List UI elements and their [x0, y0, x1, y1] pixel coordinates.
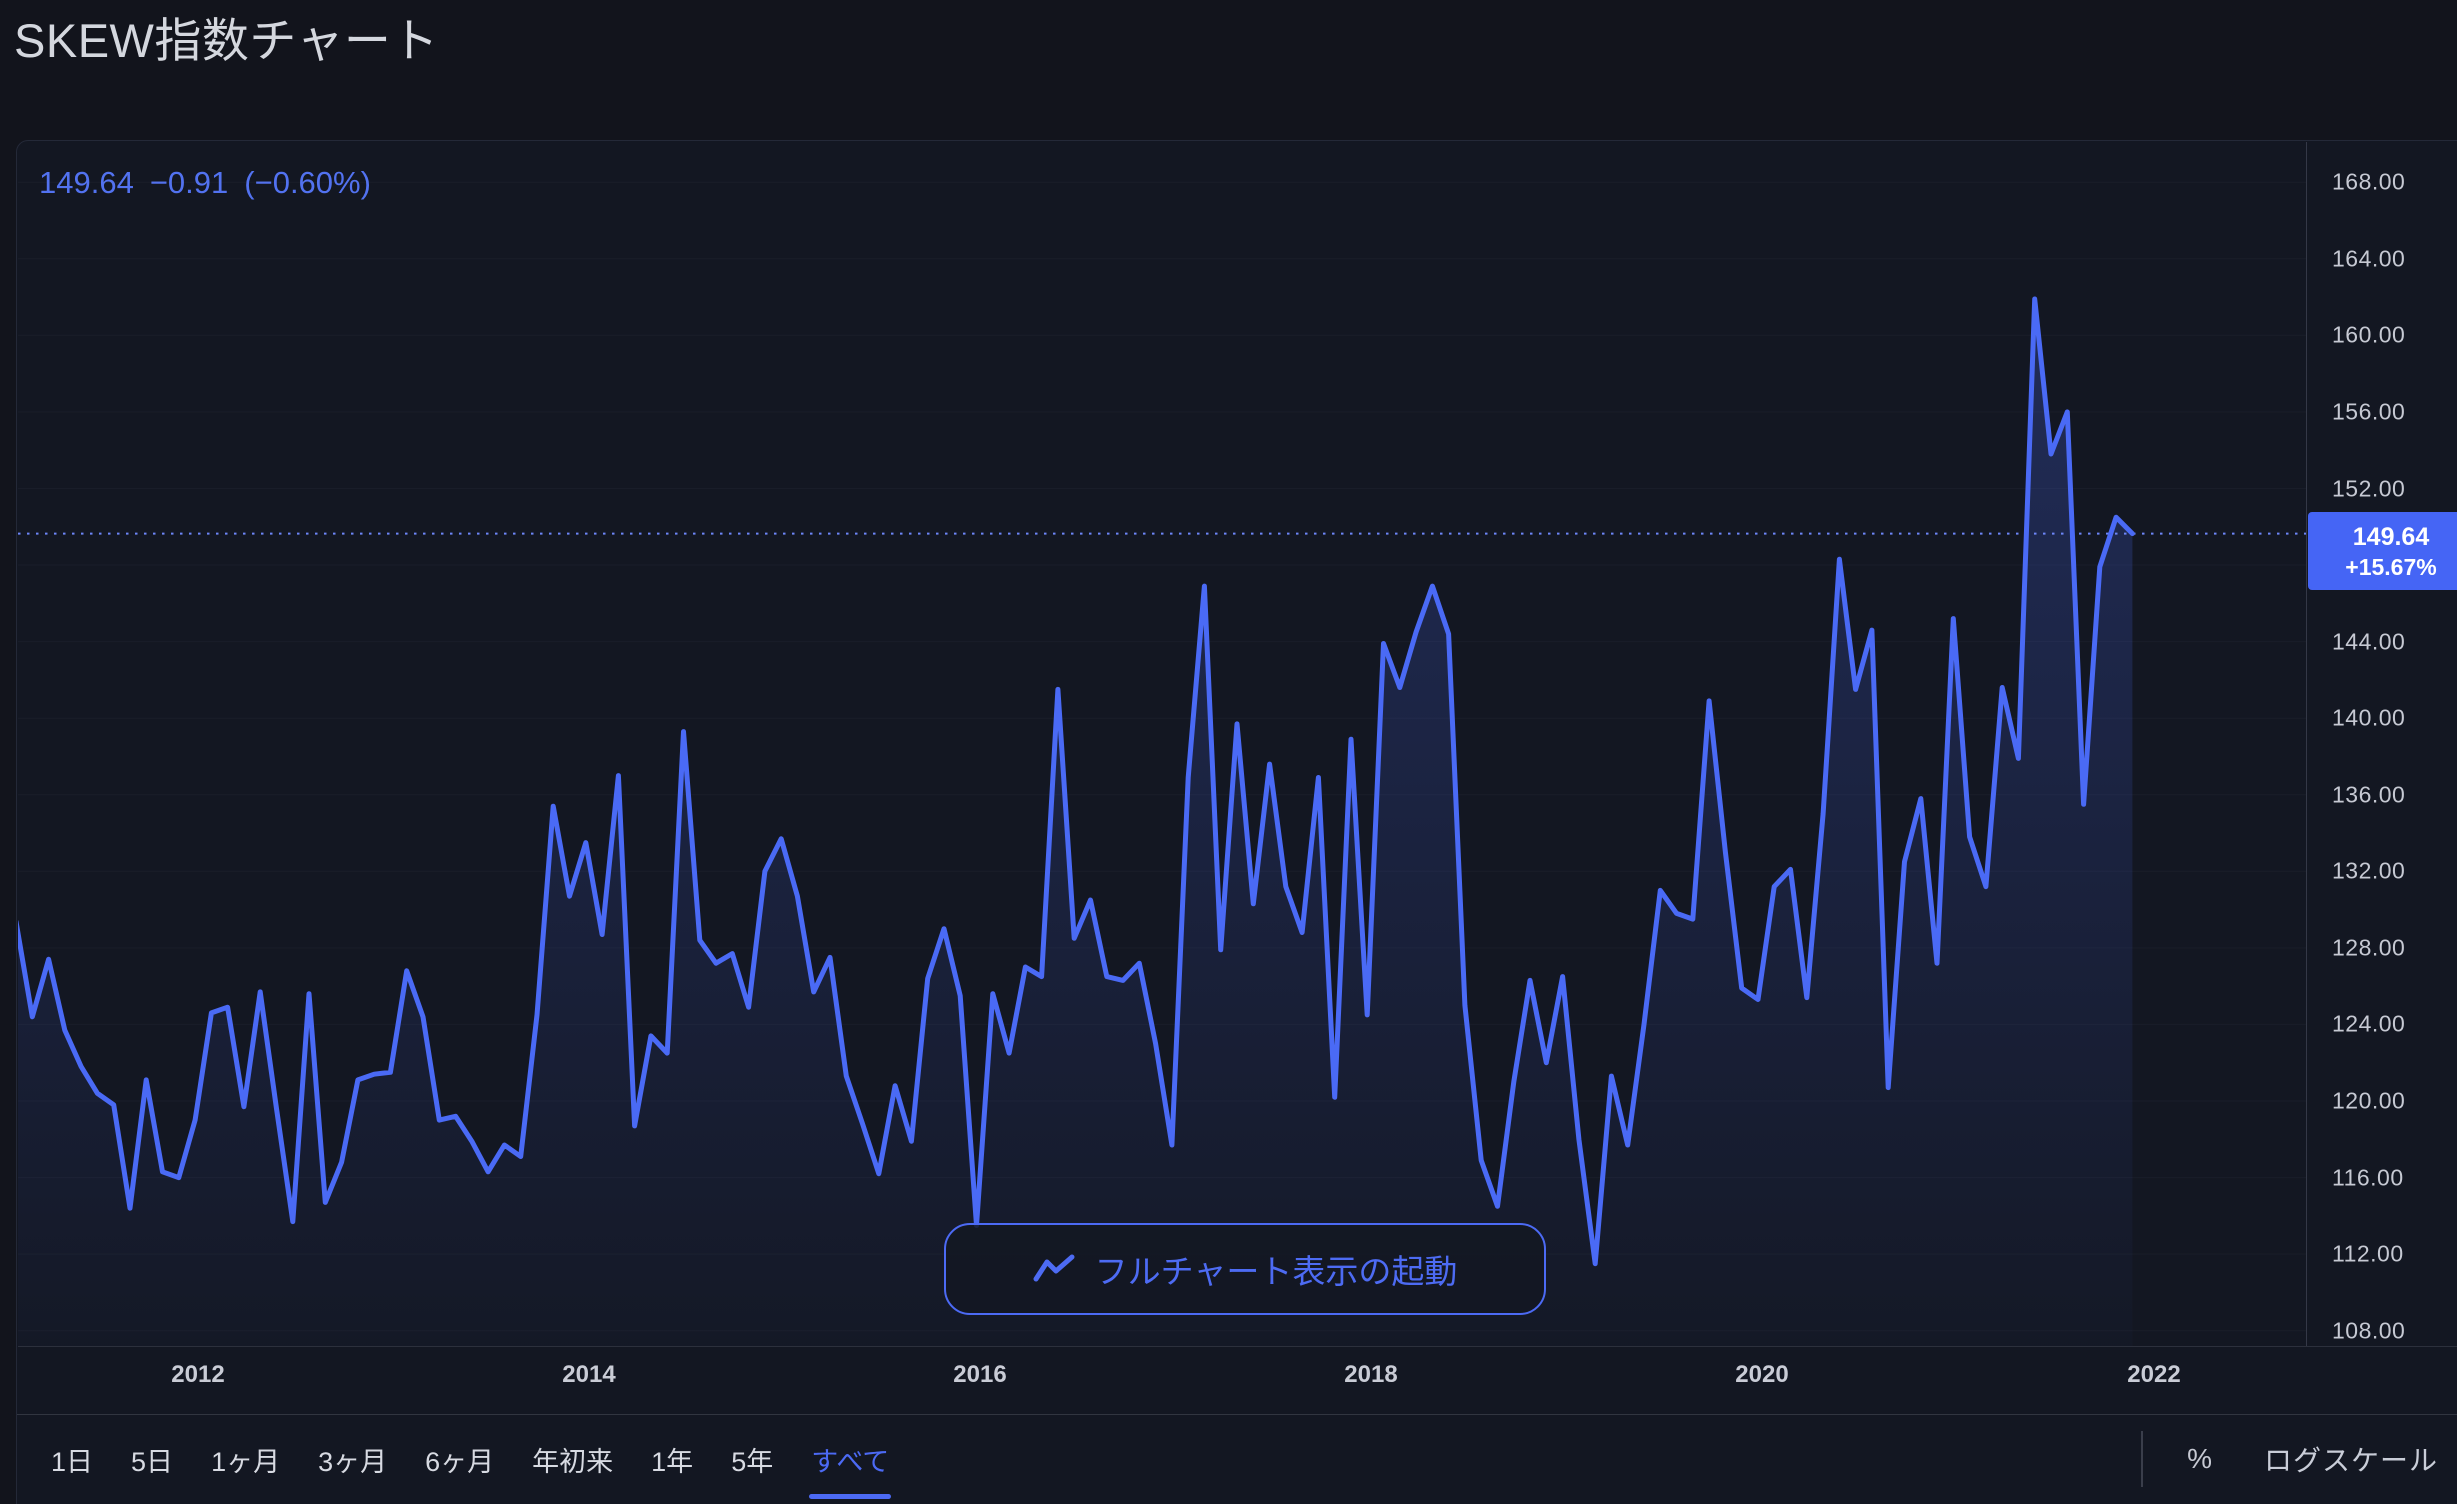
- badge-total-change: +15.67%: [2345, 553, 2437, 580]
- x-axis[interactable]: 2012 2014 2016 2018 2020 2022: [18, 1347, 2306, 1413]
- range-tab-2[interactable]: 5日: [131, 1434, 173, 1485]
- launch-full-chart-button[interactable]: フルチャート表示の起動: [944, 1223, 1546, 1315]
- range-tab-label: 1年: [651, 1446, 694, 1477]
- skew-index-chart-page: SKEW指数チャート 149.64 −0.91 (−0.60%) 149.64 …: [0, 0, 2457, 1504]
- range-tab-label: 6ヶ月: [425, 1446, 495, 1477]
- range-tab-6[interactable]: 年初来: [532, 1434, 613, 1485]
- range-tab-3[interactable]: 1ヶ月: [211, 1434, 280, 1485]
- y-axis-label: 116.00: [2332, 1164, 2404, 1191]
- percent-scale-toggle[interactable]: %: [2187, 1443, 2212, 1475]
- y-axis-label: 120.00: [2332, 1087, 2406, 1114]
- range-tabs: 1日 5日 1ヶ月 3ヶ月 6ヶ月 年初来 1年 5年 すべて: [51, 1415, 892, 1503]
- scale-controls: % ログスケール: [2141, 1415, 2438, 1503]
- y-axis-label: 164.00: [2332, 245, 2406, 272]
- y-axis-label: 128.00: [2332, 934, 2406, 961]
- chart-panel: 149.64 −0.91 (−0.60%) 149.64 +15.67% 168…: [16, 140, 2457, 1504]
- y-axis-label: 152.00: [2332, 475, 2406, 501]
- range-tab-1[interactable]: 1日: [51, 1434, 93, 1485]
- range-tab-7[interactable]: 1年: [651, 1434, 693, 1485]
- range-tab-label: 3ヶ月: [318, 1446, 388, 1477]
- y-axis-label: 168.00: [2332, 168, 2406, 195]
- scale-divider: [2141, 1431, 2144, 1487]
- badge-value: 149.64: [2352, 522, 2430, 551]
- chart-plot-area[interactable]: [18, 142, 2306, 1346]
- x-axis-label: 2012: [171, 1361, 225, 1388]
- y-axis-label: 136.00: [2332, 781, 2406, 808]
- y-axis-label: 144.00: [2332, 628, 2406, 655]
- log-scale-toggle[interactable]: ログスケール: [2264, 1439, 2438, 1479]
- last-price-badge: 149.64 +15.67%: [2308, 512, 2457, 590]
- area-fill: [18, 299, 2133, 1346]
- launch-button-label: フルチャート表示の起動: [1094, 1253, 1458, 1290]
- x-axis-label: 2022: [2127, 1361, 2181, 1388]
- y-axis-label: 112.00: [2332, 1240, 2404, 1267]
- price-line-chart[interactable]: [18, 142, 2306, 1346]
- range-tab-5[interactable]: 6ヶ月: [425, 1434, 494, 1485]
- x-axis-label: 2014: [562, 1361, 616, 1388]
- bottom-toolbar: 1日 5日 1ヶ月 3ヶ月 6ヶ月 年初来 1年 5年 すべて % ログスケール: [17, 1415, 2457, 1503]
- x-axis-label: 2018: [1344, 1361, 1398, 1388]
- range-tab-label: 1日: [51, 1446, 94, 1477]
- range-tab-label: 5年: [731, 1446, 774, 1477]
- range-tab-label: 1ヶ月: [211, 1446, 281, 1477]
- x-axis-label: 2020: [1735, 1361, 1789, 1388]
- range-tab-label: すべて: [811, 1446, 890, 1477]
- y-axis-label: 160.00: [2332, 321, 2406, 348]
- y-axis[interactable]: 149.64 +15.67% 168.00 164.00 160.00 156.00 1…: [2306, 142, 2457, 1346]
- x-axis-label: 2016: [953, 1361, 1007, 1388]
- range-tab-4[interactable]: 3ヶ月: [318, 1434, 387, 1485]
- range-tab-label: 年初来: [532, 1446, 614, 1477]
- range-tab-8[interactable]: 5年: [731, 1434, 773, 1485]
- y-axis-label: 124.00: [2332, 1010, 2406, 1037]
- active-tab-underline: [809, 1493, 892, 1499]
- y-axis-label: 132.00: [2332, 857, 2406, 884]
- page-title: SKEW指数チャート: [14, 14, 439, 67]
- range-tab-label: 5日: [131, 1446, 174, 1477]
- y-axis-label: 156.00: [2332, 398, 2406, 425]
- y-axis-label: 140.00: [2332, 704, 2406, 731]
- line-chart-icon: [1033, 1254, 1075, 1282]
- y-axis-label: 108.00: [2332, 1317, 2406, 1344]
- range-tab-9[interactable]: すべて: [809, 1434, 892, 1499]
